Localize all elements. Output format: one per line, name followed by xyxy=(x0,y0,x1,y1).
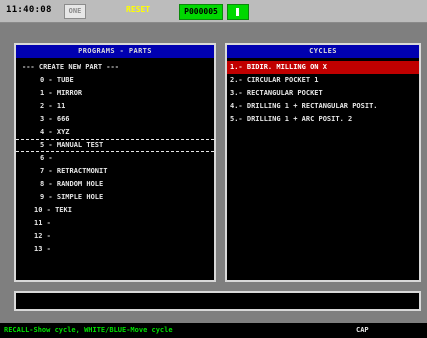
cycle-item-active[interactable]: 1.- BIDIR. MILLING ON X xyxy=(227,61,419,74)
program-item[interactable]: 6 - xyxy=(16,152,214,165)
program-item[interactable]: 11 - xyxy=(16,217,214,230)
programs-panel-title: PROGRAMS - PARTS xyxy=(16,45,214,58)
mode-indicator: ONE xyxy=(64,4,86,19)
programs-list: --- CREATE NEW PART --- 0 - TUBE 1 - MIR… xyxy=(16,58,214,256)
program-item[interactable]: 10 - TEKI xyxy=(16,204,214,217)
top-status-bar: 11:40:08 ONE RESET P000005 xyxy=(0,0,427,23)
cycle-item[interactable]: 3.- RECTANGULAR POCKET xyxy=(227,87,419,100)
cycles-panel-title: CYCLES xyxy=(227,45,419,58)
program-item[interactable]: 13 - xyxy=(16,243,214,256)
program-number: P000005 xyxy=(179,4,223,20)
program-item[interactable]: 0 - TUBE xyxy=(16,74,214,87)
cnc-screen: 11:40:08 ONE RESET P000005 PROGRAMS - PA… xyxy=(0,0,427,338)
help-text: RECALL-Show cycle, WHITE/BLUE-Move cycle xyxy=(4,326,173,334)
cycle-item[interactable]: 2.- CIRCULAR POCKET 1 xyxy=(227,74,419,87)
program-item-create[interactable]: --- CREATE NEW PART --- xyxy=(16,61,214,74)
bottom-status-bar: RECALL-Show cycle, WHITE/BLUE-Move cycle… xyxy=(0,323,427,338)
programs-panel: PROGRAMS - PARTS --- CREATE NEW PART ---… xyxy=(14,43,216,282)
program-item-selected[interactable]: 5 - MANUAL TEST xyxy=(16,139,214,152)
program-item[interactable]: 12 - xyxy=(16,230,214,243)
program-item[interactable]: 7 - RETRACTMONIT xyxy=(16,165,214,178)
cycle-item[interactable]: 4.- DRILLING 1 + RECTANGULAR POSIT. xyxy=(227,100,419,113)
cycles-list: 1.- BIDIR. MILLING ON X 2.- CIRCULAR POC… xyxy=(227,58,419,126)
program-item[interactable]: 1 - MIRROR xyxy=(16,87,214,100)
reset-status: RESET xyxy=(126,5,151,14)
cycles-panel: CYCLES 1.- BIDIR. MILLING ON X 2.- CIRCU… xyxy=(225,43,421,282)
clock-display: 11:40:08 xyxy=(6,5,52,15)
program-item[interactable]: 4 - XYZ xyxy=(16,126,214,139)
program-item[interactable]: 8 - RANDOM HOLE xyxy=(16,178,214,191)
program-item[interactable]: 9 - SIMPLE HOLE xyxy=(16,191,214,204)
program-item[interactable]: 3 - 666 xyxy=(16,113,214,126)
program-item[interactable]: 2 - 11 xyxy=(16,100,214,113)
command-input[interactable] xyxy=(14,291,421,311)
caps-indicator: CAP xyxy=(356,326,369,334)
run-status-icon xyxy=(227,4,249,20)
cycle-item[interactable]: 5.- DRILLING 1 + ARC POSIT. 2 xyxy=(227,113,419,126)
